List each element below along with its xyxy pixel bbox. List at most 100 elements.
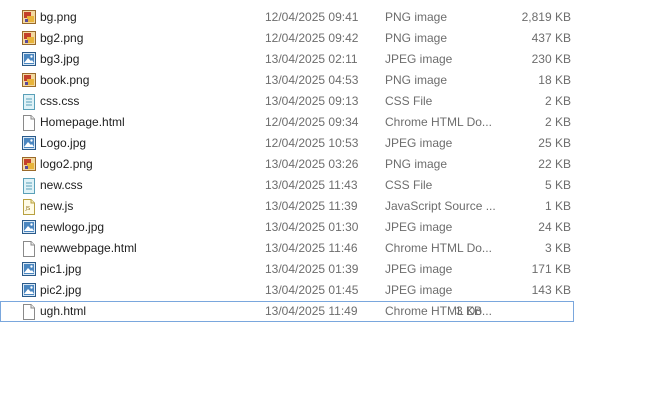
file-name-cell: pic2.jpg [22, 280, 81, 301]
file-name-label: newwebpage.html [40, 241, 137, 255]
file-date-modified: 13/04/2025 04:53 [265, 73, 359, 87]
file-size: 2 KB [544, 115, 571, 129]
file-size: 25 KB [538, 136, 571, 150]
file-row[interactable]: newlogo.jpg 13/04/2025 01:30 JPEG image 24 … [0, 217, 663, 238]
file-size: 18 KB [538, 73, 571, 87]
file-type: PNG image [385, 10, 448, 24]
file-row[interactable]: Homepage.html 12/04/2025 09:34 Chrome HTML… [0, 112, 663, 133]
file-date-modified: 13/04/2025 09:13 [265, 94, 359, 108]
file-type: PNG image [385, 73, 448, 87]
file-date-modified: 12/04/2025 09:41 [265, 10, 359, 24]
file-size: 437 KB [531, 31, 571, 45]
file-name-label: ugh.html [40, 304, 87, 318]
file-type: JPEG image [385, 136, 453, 150]
jpeg-image-icon [22, 219, 36, 236]
png-image-icon [22, 9, 36, 26]
file-type: Chrome HTML Do... [385, 241, 492, 255]
file-row[interactable]: newwebpage.html 13/04/2025 11:46 Chrome HT… [0, 238, 663, 259]
file-date-modified: 13/04/2025 11:46 [265, 241, 358, 255]
png-image-icon [22, 30, 36, 47]
file-row[interactable]: book.png 13/04/2025 04:53 PNG image 18 KB [0, 70, 663, 91]
png-image-icon [22, 156, 36, 173]
html-file-icon [22, 114, 36, 131]
js-file-icon: JS [22, 198, 36, 215]
file-row[interactable]: bg.png 12/04/2025 09:41 PNG image 2,819 KB [0, 7, 663, 28]
file-name-label: bg2.png [40, 31, 84, 45]
css-file-icon [22, 177, 36, 194]
file-name-label: Homepage.html [40, 115, 125, 129]
jpeg-image-icon [22, 135, 36, 152]
file-name-label: newlogo.jpg [40, 220, 105, 234]
file-row[interactable]: pic2.jpg 13/04/2025 01:45 JPEG image 143 KB [0, 280, 663, 301]
jpeg-image-icon [22, 282, 36, 299]
file-name-cell: JS new.js [22, 196, 73, 217]
file-date-modified: 13/04/2025 11:43 [265, 178, 358, 192]
file-row[interactable]: css.css 13/04/2025 09:13 CSS File 2 KB [0, 91, 663, 112]
file-type: JPEG image [385, 283, 453, 297]
file-name-cell: css.css [22, 91, 79, 112]
file-row[interactable]: ugh.html 13/04/2025 11:49 Chrome HTML Do..… [0, 301, 574, 322]
file-name-label: bg.png [40, 10, 77, 24]
file-size: 24 KB [538, 220, 571, 234]
file-date-modified: 13/04/2025 01:30 [265, 220, 359, 234]
file-name-cell: pic1.jpg [22, 259, 81, 280]
file-name-cell: logo2.png [22, 154, 93, 175]
file-type: JPEG image [385, 52, 453, 66]
file-size: 143 KB [531, 283, 571, 297]
file-row[interactable]: JS new.js 13/04/2025 11:39 JavaScript Sourc… [0, 196, 663, 217]
file-list: bg.png 12/04/2025 09:41 PNG image 2,819 KB b… [0, 7, 663, 322]
file-date-modified: 13/04/2025 11:49 [265, 304, 358, 318]
html-file-icon [22, 303, 36, 320]
file-size: 22 KB [538, 157, 571, 171]
file-row[interactable]: new.css 13/04/2025 11:43 CSS File 5 KB [0, 175, 663, 196]
file-type: JPEG image [385, 220, 453, 234]
file-type: CSS File [385, 178, 433, 192]
file-date-modified: 13/04/2025 03:26 [265, 157, 359, 171]
file-name-cell: bg2.png [22, 28, 83, 49]
file-name-label: Logo.jpg [40, 136, 87, 150]
svg-text:JS: JS [25, 206, 31, 212]
file-size: 1 KB [544, 199, 571, 213]
file-row[interactable]: bg3.jpg 13/04/2025 02:11 JPEG image 230 KB [0, 49, 663, 70]
file-name-label: logo2.png [40, 157, 93, 171]
file-name-cell: new.css [22, 175, 83, 196]
file-name-cell: bg3.jpg [22, 49, 79, 70]
file-date-modified: 13/04/2025 01:39 [265, 262, 359, 276]
file-size: 3 KB [455, 304, 482, 318]
file-row[interactable]: bg2.png 12/04/2025 09:42 PNG image 437 KB [0, 28, 663, 49]
file-type: JavaScript Source ... [385, 199, 496, 213]
file-type: PNG image [385, 31, 448, 45]
file-name-label: new.js [40, 199, 74, 213]
file-name-cell: ugh.html [22, 301, 86, 322]
jpeg-image-icon [22, 51, 36, 68]
file-name-cell: Homepage.html [22, 112, 125, 133]
file-name-cell: newlogo.jpg [22, 217, 104, 238]
file-name-cell: Logo.jpg [22, 133, 86, 154]
file-size: 5 KB [544, 178, 571, 192]
file-date-modified: 12/04/2025 09:42 [265, 31, 359, 45]
file-name-cell: newwebpage.html [22, 238, 137, 259]
file-size: 171 KB [531, 262, 571, 276]
file-type: PNG image [385, 157, 448, 171]
file-date-modified: 13/04/2025 02:11 [265, 52, 358, 66]
file-name-label: bg3.jpg [40, 52, 80, 66]
png-image-icon [22, 72, 36, 89]
file-name-label: css.css [40, 94, 80, 108]
file-size: 2,819 KB [521, 10, 571, 24]
file-name-cell: bg.png [22, 7, 77, 28]
file-size: 2 KB [544, 94, 571, 108]
file-name-label: book.png [40, 73, 90, 87]
file-name-label: pic1.jpg [40, 262, 82, 276]
file-name-label: pic2.jpg [40, 283, 82, 297]
css-file-icon [22, 93, 36, 110]
file-size: 230 KB [531, 52, 571, 66]
file-row[interactable]: logo2.png 13/04/2025 03:26 PNG image 22 KB [0, 154, 663, 175]
file-date-modified: 13/04/2025 01:45 [265, 283, 359, 297]
jpeg-image-icon [22, 261, 36, 278]
file-row[interactable]: pic1.jpg 13/04/2025 01:39 JPEG image 171 KB [0, 259, 663, 280]
file-size: 3 KB [544, 241, 571, 255]
file-name-label: new.css [40, 178, 83, 192]
file-date-modified: 12/04/2025 10:53 [265, 136, 359, 150]
file-date-modified: 12/04/2025 09:34 [265, 115, 359, 129]
file-row[interactable]: Logo.jpg 12/04/2025 10:53 JPEG image 25 KB [0, 133, 663, 154]
